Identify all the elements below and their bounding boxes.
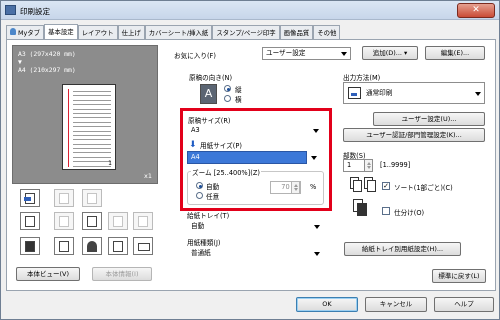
add-favorite-button-label: 追加(D)... xyxy=(372,49,402,57)
favorites-select[interactable]: ユーザー設定 xyxy=(262,47,351,60)
user-settings-button[interactable]: ユーザー設定(U)... xyxy=(373,112,485,126)
favorites-label: お気に入り(F) xyxy=(174,52,216,60)
landscape-label: 横 xyxy=(235,96,242,104)
body-info-button[interactable]: 本体情報(I) xyxy=(92,267,152,281)
preview-margin-line xyxy=(68,89,69,167)
cover-icon[interactable] xyxy=(54,237,74,255)
paper-type-select[interactable]: 普通紙 xyxy=(187,247,324,260)
title-bar: 印刷設定 ✕ xyxy=(1,1,499,20)
tab-basic[interactable]: 基本設定 xyxy=(44,24,78,39)
tab-label: Myタブ xyxy=(18,29,41,37)
ok-button[interactable]: OK xyxy=(296,297,358,312)
offset-label: 仕分け(O) xyxy=(394,209,425,217)
close-button[interactable]: ✕ xyxy=(457,3,495,18)
paper-tray-value: 自動 xyxy=(191,222,205,230)
output-method-label: 出力方法(M) xyxy=(343,74,381,82)
offset-icon xyxy=(353,199,369,217)
tab-stamp[interactable]: スタンプ/ページ印字 xyxy=(212,25,280,39)
output-method-value: 通常印刷 xyxy=(366,89,393,97)
chevron-down-icon xyxy=(314,225,320,229)
portrait-radio[interactable] xyxy=(224,85,231,92)
tab-other[interactable]: その他 xyxy=(313,25,341,39)
tab-finishing[interactable]: 仕上げ xyxy=(117,25,145,39)
auth-settings-button[interactable]: ユーザー認証/部門管理設定(K)... xyxy=(343,128,485,142)
tab-bar: Myタブ 基本設定 レイアウト 仕上げ カバーシート/挿入紙 スタンプ/ページ印… xyxy=(6,24,341,39)
preview-copies: x1 xyxy=(144,172,152,180)
combination-icon[interactable] xyxy=(20,212,40,230)
body-view-button[interactable]: 本体ビュー(V) xyxy=(16,267,80,281)
punch-icon[interactable] xyxy=(108,212,128,230)
preview-paper-size: A4 (210x297 mm) xyxy=(18,66,76,74)
preview-page: 1 xyxy=(62,84,116,170)
printer-icon xyxy=(5,5,16,15)
add-favorite-button[interactable]: 追加(D)... ▾ xyxy=(362,46,418,60)
print-settings-window: 印刷設定 ✕ Myタブ 基本設定 レイアウト 仕上げ カバーシート/挿入紙 スタ… xyxy=(0,0,500,320)
fold-icon[interactable] xyxy=(133,212,153,230)
cancel-button[interactable]: キャンセル xyxy=(365,297,427,312)
person-icon xyxy=(10,28,16,35)
tab-cover-sheet[interactable]: カバーシート/挿入紙 xyxy=(144,25,213,39)
paper-type-value: 普通紙 xyxy=(191,249,211,257)
print-icon[interactable] xyxy=(133,237,153,255)
portrait-label: 縦 xyxy=(235,86,242,94)
orientation-label: 原稿の向き(N) xyxy=(189,74,233,82)
tab-my-tab[interactable]: Myタブ xyxy=(6,25,45,39)
tab-image-quality[interactable]: 画像品質 xyxy=(279,25,314,39)
preview-text-lines xyxy=(73,91,111,170)
output-method-select[interactable]: 通常印刷 xyxy=(343,82,485,104)
paper-tray-label: 給紙トレイ(T) xyxy=(187,212,230,220)
staple-icon[interactable] xyxy=(54,212,74,230)
edit-favorite-button[interactable]: 編集(E)... xyxy=(425,46,485,60)
portrait-icon: A xyxy=(200,84,217,104)
highlight-box xyxy=(180,108,332,211)
booklet-icon[interactable] xyxy=(20,237,40,255)
user-auth-icon[interactable] xyxy=(82,237,102,255)
favorites-value: ユーザー設定 xyxy=(266,49,306,57)
collate-icon xyxy=(350,177,376,193)
layout-icon[interactable] xyxy=(54,189,74,207)
copies-range: [1..9999] xyxy=(380,161,411,169)
tab-layout[interactable]: レイアウト xyxy=(77,25,118,39)
normal-print-icon xyxy=(348,87,361,99)
preview-arrow: ▼ xyxy=(18,58,22,66)
chevron-down-icon xyxy=(314,252,320,256)
duplex-icon[interactable] xyxy=(82,189,102,207)
help-button[interactable]: ヘルプ xyxy=(434,297,494,312)
page-preview: A3 (297x420 mm) ▼ A4 (210x297 mm) 1 x1 xyxy=(12,45,158,184)
sort-checkbox[interactable]: ✓ xyxy=(382,182,390,190)
chevron-down-icon xyxy=(341,52,347,56)
preview-page-number: 1 xyxy=(108,160,112,167)
chevron-down-icon xyxy=(475,92,481,96)
window-title: 印刷設定 xyxy=(20,7,50,16)
stamp-icon[interactable] xyxy=(108,237,128,255)
sort-label: ソート(1部ごと)(C) xyxy=(394,184,453,192)
text-page-icon[interactable] xyxy=(82,212,102,230)
tray-settings-button[interactable]: 給紙トレイ別用紙設定(H)... xyxy=(344,242,461,256)
paper-type-label: 用紙種類(J) xyxy=(187,239,221,247)
restore-defaults-button[interactable]: 標準に戻す(L) xyxy=(432,269,486,283)
chevron-down-icon: ▾ xyxy=(404,49,408,57)
paper-tray-select[interactable]: 自動 xyxy=(187,220,324,233)
landscape-radio[interactable] xyxy=(224,95,231,102)
offset-checkbox[interactable] xyxy=(382,207,390,215)
preview-original-size: A3 (297x420 mm) xyxy=(18,50,76,58)
copies-stepper[interactable] xyxy=(364,159,373,172)
output-method-icon[interactable] xyxy=(20,189,40,207)
